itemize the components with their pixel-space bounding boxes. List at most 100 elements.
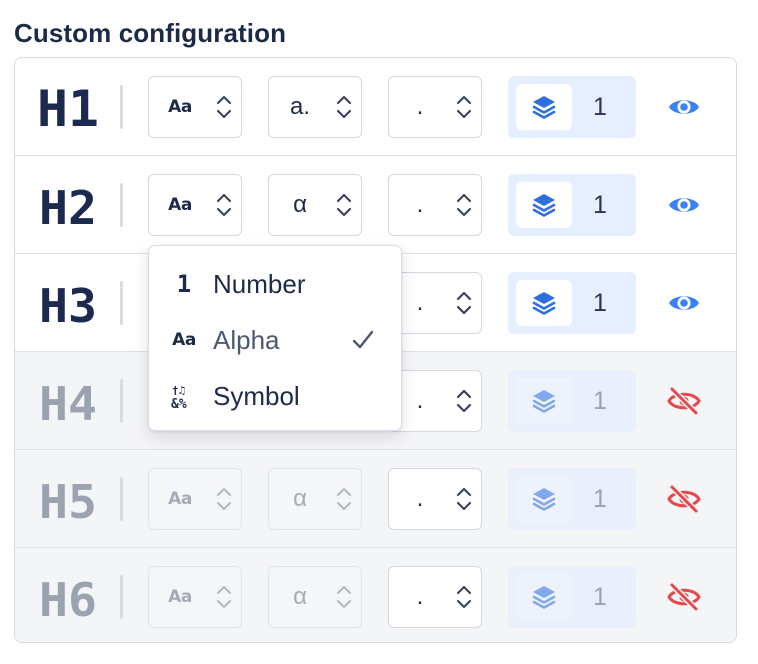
level-number: 1 xyxy=(593,190,607,219)
chevron-updown-icon xyxy=(456,193,472,217)
divider xyxy=(120,85,123,129)
case-style-select[interactable]: Aa xyxy=(148,566,242,628)
page-title: Custom configuration xyxy=(14,18,287,48)
divider xyxy=(120,379,123,423)
layers-button[interactable] xyxy=(516,280,572,326)
format-select[interactable]: α xyxy=(268,468,362,530)
svg-text:&%: &% xyxy=(171,397,187,410)
level-number: 1 xyxy=(593,386,607,415)
heading-level-label: H1 xyxy=(37,80,101,132)
eye-off-icon xyxy=(667,582,701,612)
separator-value: . xyxy=(416,92,424,120)
checkmark-icon xyxy=(352,330,374,349)
alpha-aa-icon: Aa xyxy=(172,330,196,350)
separator-select[interactable]: . xyxy=(388,174,482,236)
visibility-toggle[interactable] xyxy=(665,382,703,420)
format-select[interactable]: a. xyxy=(268,76,362,138)
separator-select[interactable]: . xyxy=(388,468,482,530)
level-control: 1 xyxy=(508,174,636,236)
chevron-updown-icon xyxy=(216,487,232,511)
chevron-updown-icon xyxy=(456,487,472,511)
format-value: a. xyxy=(289,92,310,120)
eye-icon xyxy=(669,198,699,212)
heading-level-label: H4 xyxy=(37,374,101,426)
layers-button[interactable] xyxy=(516,84,572,130)
layers-button[interactable] xyxy=(516,378,572,424)
level-control: 1 xyxy=(508,566,636,628)
layers-icon xyxy=(532,194,556,217)
visibility-toggle[interactable] xyxy=(665,186,703,224)
heading-level-label: H3 xyxy=(37,276,101,328)
eye-off-icon xyxy=(667,484,701,514)
heading-text: H4 xyxy=(39,377,97,426)
dropdown-option-label: Alpha xyxy=(213,324,280,355)
layers-icon xyxy=(532,488,556,511)
case-style-select[interactable]: Aa xyxy=(148,468,242,530)
dropdown-option-alpha[interactable]: Aa Alpha xyxy=(149,312,401,368)
layers-button[interactable] xyxy=(516,476,572,522)
eye-icon xyxy=(669,296,699,310)
separator-value: . xyxy=(416,484,424,512)
format-value: α xyxy=(293,484,307,512)
level-number: 1 xyxy=(593,92,607,121)
heading-text: H5 xyxy=(39,475,97,524)
divider xyxy=(120,281,123,325)
level-control: 1 xyxy=(508,272,636,334)
heading-level-label: H2 xyxy=(37,178,101,230)
chevron-updown-icon xyxy=(336,585,352,609)
divider xyxy=(120,575,123,619)
separator-select[interactable]: . xyxy=(388,76,482,138)
divider xyxy=(120,183,123,227)
case-style-value: Aa xyxy=(168,488,192,509)
case-style-value: Aa xyxy=(168,194,192,215)
chevron-updown-icon xyxy=(336,193,352,217)
dropdown-option-symbol[interactable]: †♫ &% Symbol xyxy=(149,368,401,424)
chevron-updown-icon xyxy=(216,585,232,609)
case-style-select[interactable]: Aa xyxy=(148,76,242,138)
heading-text: H1 xyxy=(37,80,99,132)
dropdown-option-label: Number xyxy=(213,268,306,299)
visibility-toggle[interactable] xyxy=(665,480,703,518)
chevron-updown-icon xyxy=(336,95,352,119)
heading-row-h1: H1 Aa a. . 1 xyxy=(15,58,736,156)
format-select[interactable]: α xyxy=(268,566,362,628)
chevron-updown-icon xyxy=(216,193,232,217)
chevron-updown-icon xyxy=(216,95,232,119)
heading-row-h5: H5 Aa α . 1 xyxy=(15,450,736,548)
separator-select[interactable]: . xyxy=(388,272,482,334)
separator-value: . xyxy=(416,582,424,610)
visibility-toggle[interactable] xyxy=(665,578,703,616)
eye-off-icon xyxy=(667,386,701,416)
visibility-toggle[interactable] xyxy=(665,284,703,322)
heading-text: H6 xyxy=(39,573,97,622)
number-1-icon: 1 xyxy=(176,270,192,298)
dropdown-option-number[interactable]: 1 Number xyxy=(149,256,401,312)
chevron-updown-icon xyxy=(456,291,472,315)
divider xyxy=(120,477,123,521)
layers-button[interactable] xyxy=(516,182,572,228)
heading-row-h6: H6 Aa α . 1 xyxy=(15,548,736,642)
layers-icon xyxy=(532,292,556,315)
format-value: α xyxy=(293,190,307,218)
visibility-toggle[interactable] xyxy=(665,88,703,126)
layers-icon xyxy=(532,96,556,119)
separator-select[interactable]: . xyxy=(388,370,482,432)
separator-value: . xyxy=(416,190,424,218)
separator-select[interactable]: . xyxy=(388,566,482,628)
case-style-value: Aa xyxy=(168,96,192,117)
heading-text: H3 xyxy=(39,279,97,328)
heading-row-h2: H2 Aa α . 1 xyxy=(15,156,736,254)
heading-level-label: H6 xyxy=(37,570,101,622)
level-control: 1 xyxy=(508,370,636,432)
symbol-icon: †♫ &% xyxy=(169,381,199,411)
case-style-select[interactable]: Aa xyxy=(148,174,242,236)
chevron-updown-icon xyxy=(456,95,472,119)
svg-text:†♫: †♫ xyxy=(172,384,185,397)
layers-button[interactable] xyxy=(516,574,572,620)
format-dropdown-menu: 1 Number Aa Alpha †♫ &% Symbol xyxy=(148,245,402,431)
format-select[interactable]: α xyxy=(268,174,362,236)
format-value: α xyxy=(293,582,307,610)
level-number: 1 xyxy=(593,582,607,611)
case-style-value: Aa xyxy=(168,586,192,607)
chevron-updown-icon xyxy=(456,585,472,609)
